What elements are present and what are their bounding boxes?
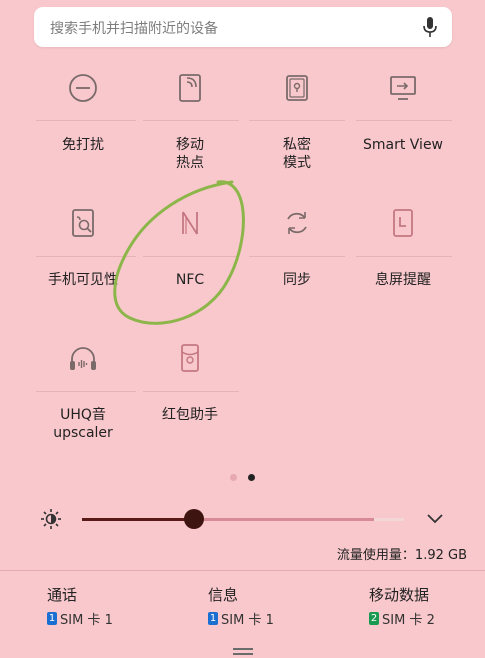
tile-red-envelope-assistant[interactable] (137, 342, 243, 374)
tile-label-mobile-hotspot: 移动 热点 (137, 136, 243, 172)
red-envelope-icon (181, 344, 199, 372)
tile-label-always-on-display: 息屏提醒 (350, 271, 456, 289)
sim-number-badge: 1 (208, 612, 218, 625)
brightness-slider-track[interactable] (194, 518, 374, 521)
drag-handle[interactable] (233, 648, 253, 650)
tile-label: 息屏提醒 (375, 272, 431, 288)
tile-always-on-display[interactable] (350, 207, 456, 239)
tile-label-uhq-upscaler: UHQ音 upscaler (30, 406, 136, 442)
tile-label: UHQ音 (60, 407, 106, 423)
tile-label: 红包助手 (162, 407, 218, 423)
tile-label-red-envelope-assistant: 红包助手 (137, 406, 243, 424)
sim-setting-title: 信息 (208, 586, 239, 604)
hotspot-icon (179, 74, 201, 102)
phone-search-icon (72, 209, 94, 237)
tile-smart-view[interactable] (350, 72, 456, 104)
sim-number-badge: 2 (369, 612, 379, 625)
page-indicator-dot-active[interactable] (248, 474, 255, 481)
brightness-slider-thumb[interactable] (184, 509, 204, 529)
sim-setting-title: 移动数据 (369, 586, 430, 604)
sim-setting-value: SIM 卡 2 (382, 613, 435, 628)
minus-circle-icon (69, 74, 97, 102)
search-bar[interactable]: 搜索手机并扫描附近的设备 (34, 7, 452, 47)
drag-handle-line[interactable] (233, 653, 253, 655)
tile-mobile-hotspot[interactable] (137, 72, 243, 104)
search-input[interactable]: 搜索手机并扫描附近的设备 (50, 18, 218, 38)
tile-uhq-upscaler[interactable] (30, 342, 136, 374)
tile-label: Smart View (362, 137, 444, 153)
divider (0, 570, 485, 571)
sim-setting-value: SIM 卡 1 (221, 613, 274, 628)
lock-book-icon (286, 75, 308, 101)
brightness-slider-track-end[interactable] (374, 518, 404, 521)
tile-private-mode[interactable] (244, 72, 350, 104)
headphones-icon (70, 347, 96, 370)
tile-label-line2: upscaler (53, 425, 113, 441)
tile-label: 私密 (283, 137, 311, 153)
tile-label: 移动 (176, 137, 204, 153)
sim-setting-value: SIM 卡 1 (60, 613, 113, 628)
aod-clock-icon (393, 209, 413, 237)
tile-label-smart-view: Smart View (350, 136, 456, 154)
sim-call-setting[interactable]: 通话 1 SIM 卡 1 (47, 584, 113, 628)
tile-label-do-not-disturb: 免打扰 (30, 136, 136, 154)
sim-mobile-data-setting[interactable]: 移动数据 2 SIM 卡 2 (369, 584, 435, 628)
chevron-down-icon[interactable] (426, 512, 444, 526)
tile-label: 免打扰 (62, 137, 104, 153)
tile-label-private-mode: 私密 模式 (244, 136, 350, 172)
data-usage-text: 流量使用量：1.92 GB (336, 548, 467, 563)
sync-icon (287, 212, 307, 234)
page-indicator-dot[interactable] (230, 474, 237, 481)
annotation-circle (113, 180, 245, 325)
sim-number-badge: 1 (47, 612, 57, 625)
smart-view-icon (390, 76, 416, 100)
brightness-icon (41, 509, 61, 529)
sim-setting-title: 通话 (47, 586, 78, 604)
sim-message-setting[interactable]: 信息 1 SIM 卡 1 (208, 584, 274, 628)
mic-icon[interactable] (422, 16, 438, 38)
brightness-slider-fill[interactable] (82, 518, 194, 521)
tile-do-not-disturb[interactable] (30, 72, 136, 104)
